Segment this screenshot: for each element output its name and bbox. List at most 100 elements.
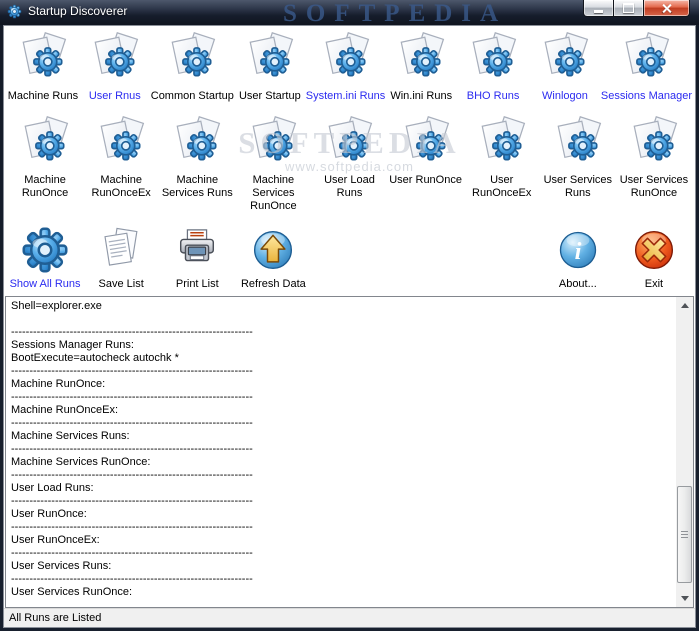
toolbar-item-common-startup[interactable]: Common Startup (151, 32, 234, 103)
toolbar-item-winlogon[interactable]: Winlogon (529, 32, 601, 103)
refresh-icon (251, 224, 295, 276)
output-separator-line: ----------------------------------------… (11, 573, 253, 585)
output-line: Machine RunOnceEx: (11, 404, 118, 416)
doc-gear-icon (477, 116, 527, 172)
close-icon (661, 3, 672, 14)
scrollbar-thumb[interactable] (677, 486, 692, 583)
toolbar-item-label: Print List (175, 278, 219, 290)
output-line: User RunOnce: (11, 508, 87, 520)
close-button[interactable] (643, 0, 690, 17)
doc-gear-icon (321, 32, 371, 88)
minimize-icon (594, 9, 603, 13)
toolbar-item-refresh-data[interactable]: Refresh Data (235, 224, 311, 291)
maximize-button[interactable] (613, 0, 644, 17)
output-line: Shell=explorer.exe (11, 300, 102, 312)
toolbar-item-label: User Load Runs (324, 174, 375, 199)
toolbar-item-user-rnus[interactable]: User Rnus (79, 32, 151, 103)
toolbar-item-label: Win.ini Runs (390, 90, 453, 102)
toolbar-item-show-all-runs[interactable]: Show All Runs (7, 224, 83, 291)
window-title: Startup Discoverer (28, 4, 128, 18)
doc-gear-icon (629, 116, 679, 172)
arrow-down-icon (680, 596, 689, 601)
toolbar-item-user-load-runs[interactable]: User Load Runs (311, 116, 387, 213)
toolbar-item-label: Exit (644, 278, 664, 290)
toolbar-item-print-list[interactable]: Print List (159, 224, 235, 291)
doc-gear-icon (18, 32, 68, 88)
toolbar-item-label: User Services Runs (543, 174, 613, 199)
toolbar-item-bho-runs[interactable]: BHO Runs (457, 32, 529, 103)
toolbar-item-user-runonce[interactable]: User RunOnce (388, 116, 464, 213)
toolbar-item-label: User Services RunOnce (619, 174, 689, 199)
maximize-icon (623, 3, 634, 13)
status-bar: All Runs are Listed (4, 608, 695, 627)
toolbar-item-label: About... (558, 278, 597, 290)
toolbar-item-machine-services-runs[interactable]: Machine Services Runs (159, 116, 235, 213)
toolbar-item-label: Machine RunOnceEx (91, 174, 151, 199)
toolbar-item-sessions-manager[interactable]: Sessions Manager (601, 32, 692, 103)
svg-text:i: i (574, 238, 581, 265)
output-separator-line: ----------------------------------------… (11, 326, 253, 338)
toolbar-item-about[interactable]: i About... (540, 224, 616, 291)
toolbar-item-label: Machine Runs (7, 90, 79, 102)
titlebar[interactable]: Startup Discoverer SOFTPEDIA (0, 0, 699, 25)
output-line: Machine RunOnce: (11, 378, 106, 390)
toolbar-item-win-ini-runs[interactable]: Win.ini Runs (385, 32, 457, 103)
output-line: Sessions Manager Runs: (11, 339, 134, 351)
gear-icon (20, 224, 70, 276)
doc-gear-icon (245, 32, 295, 88)
toolbar-item-label: Show All Runs (9, 278, 81, 290)
scroll-up-button[interactable] (676, 297, 693, 314)
scroll-down-button[interactable] (676, 590, 693, 607)
status-text: All Runs are Listed (9, 612, 102, 624)
doc-gear-icon (396, 32, 446, 88)
toolbar-item-machine-runs[interactable]: Machine Runs (7, 32, 79, 103)
doc-gear-icon (96, 116, 146, 172)
save-icon (98, 224, 144, 276)
app-gear-icon (7, 4, 22, 19)
toolbar-item-save-list[interactable]: Save List (83, 224, 159, 291)
caption-buttons (583, 0, 690, 17)
output-text[interactable]: Shell=explorer.exe ---------------------… (6, 297, 676, 607)
toolbar-item-user-services-runs[interactable]: User Services Runs (540, 116, 616, 213)
toolbar-panel: Machine Runs User Rnus Common Startup User … (4, 26, 695, 295)
output-separator-line: ----------------------------------------… (11, 417, 253, 429)
output-separator-line: ----------------------------------------… (11, 495, 253, 507)
output-blank-line (11, 313, 676, 326)
output-line: Machine Services Runs: (11, 430, 130, 442)
minimize-button[interactable] (583, 0, 614, 17)
toolbar-item-machine-services-runonce[interactable]: Machine Services RunOnce (235, 116, 311, 213)
doc-gear-icon (324, 116, 374, 172)
toolbar-item-label: Machine Services Runs (161, 174, 233, 199)
doc-gear-icon (90, 32, 140, 88)
toolbar-item-label: Sessions Manager (600, 90, 692, 102)
toolbar-item-label: Refresh Data (240, 278, 306, 290)
toolbar-item-user-services-runonce[interactable]: User Services RunOnce (616, 116, 692, 213)
toolbar-item-machine-runonceex[interactable]: Machine RunOnceEx (83, 116, 159, 213)
client-area: Machine Runs User Rnus Common Startup User … (3, 25, 696, 628)
toolbar-item-label: Machine RunOnce (21, 174, 69, 199)
toolbar-item-label: Common Startup (150, 90, 234, 102)
output-line: User Load Runs: (11, 482, 94, 494)
doc-gear-icon (401, 116, 451, 172)
toolbar-item-system-ini-runs[interactable]: System.ini Runs (306, 32, 385, 103)
toolbar-item-user-runonceex[interactable]: User RunOnceEx (464, 116, 540, 213)
output-line: Machine Services RunOnce: (11, 456, 151, 468)
titlebar-watermark: SOFTPEDIA (283, 0, 508, 25)
doc-gear-icon (468, 32, 518, 88)
toolbar-item-exit[interactable]: Exit (616, 224, 692, 291)
arrow-up-icon (680, 303, 689, 308)
doc-gear-icon (621, 32, 671, 88)
output-line: User RunOnceEx: (11, 534, 100, 546)
toolbar-item-machine-runonce[interactable]: Machine RunOnce (7, 116, 83, 213)
output-separator-line: ----------------------------------------… (11, 391, 253, 403)
doc-gear-icon (172, 116, 222, 172)
toolbar-item-label: User Rnus (88, 90, 141, 102)
toolbar-item-label: Winlogon (542, 90, 588, 102)
vertical-scrollbar[interactable] (676, 297, 693, 607)
toolbar-item-label: BHO Runs (466, 90, 520, 102)
output-line: User Services RunOnce: (11, 586, 133, 598)
toolbar-row-1: Machine Runs User Rnus Common Startup User … (7, 32, 692, 103)
toolbar-item-user-startup[interactable]: User Startup (234, 32, 306, 103)
doc-gear-icon (540, 32, 590, 88)
print-icon (174, 224, 220, 276)
